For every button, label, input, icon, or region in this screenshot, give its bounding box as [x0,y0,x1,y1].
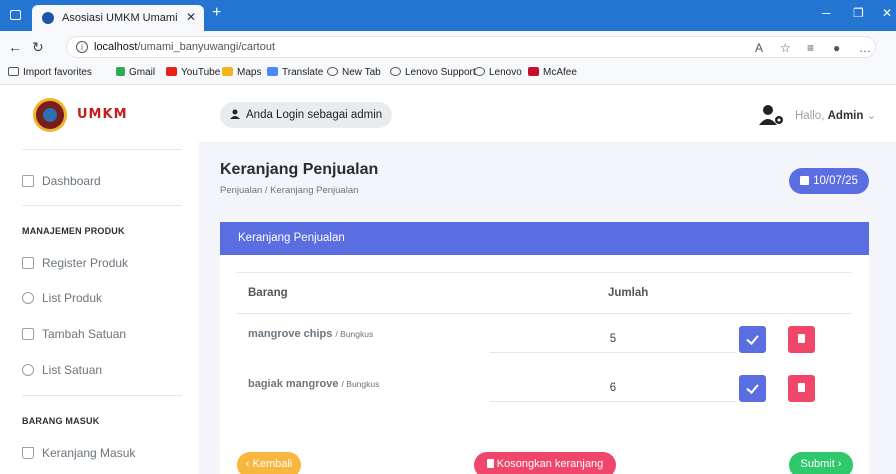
new-tab-icon[interactable]: + [212,4,221,22]
card-header: Keranjang Penjualan [220,222,869,255]
user-menu[interactable]: Hallo, Admin ⌄ [795,108,876,122]
url-path: /umami_banyuwangi/cartout [137,41,275,53]
box-icon [22,364,34,376]
plus-square-icon [22,328,34,340]
brand-name[interactable]: UMKM [77,107,128,122]
breadcrumb: Penjualan / Keranjang Penjualan [220,185,359,196]
calendar-icon [800,176,810,185]
sidebar-item-list-satuan[interactable]: List Satuan [22,363,102,377]
favorite-new-tab[interactable]: New Tab [327,67,381,78]
cart-icon [22,447,34,459]
update-check-button[interactable] [739,326,766,353]
favorite-lenovo[interactable]: Lenovo [474,67,522,78]
top-navbar: Anda Login sebagai admin Hallo, Admin ⌄ [199,85,896,143]
browser-titlebar: Asosiasi UMKM Umami Banyuwa ✕ + ─ ❐ ✕ [0,0,896,31]
column-header-jumlah: Jumlah [608,287,649,299]
tab-title: Asosiasi UMKM Umami Banyuwa [62,12,180,24]
table-row-item-name: mangrove chips / Bungkus [248,328,374,340]
favorite-translate[interactable]: Translate [267,67,323,78]
table-row-item-name: bagiak mangrove / Bungkus [248,378,380,390]
url-host: localhost [94,41,138,53]
info-icon[interactable]: i [76,41,88,53]
address-bar-row: ← ↻ i localhost/umami_banyuwangi/cartout… [0,31,896,63]
favorite-gmail[interactable]: Gmail [116,67,155,78]
url-field[interactable]: i localhost/umami_banyuwangi/cartout A ☆… [66,36,876,58]
sidebar-section-produk: MANAJEMEN PRODUK [22,226,125,236]
restore-icon[interactable]: ❐ [853,6,864,20]
umkm-logo-icon[interactable] [33,98,67,132]
sidebar-item-dashboard[interactable]: Dashboard [22,174,101,188]
favorite-star-icon[interactable]: ☆ [780,41,791,55]
sidebar-item-keranjang-masuk[interactable]: Keranjang Masuk [22,446,135,460]
update-check-button[interactable] [739,375,766,402]
trash-icon [486,459,494,468]
favorites-bar: Import favorites Gmail YouTube Maps Tran… [0,63,896,85]
sidebar-section-masuk: BARANG MASUK [22,416,100,426]
favorite-import[interactable]: Import favorites [8,67,92,78]
chevron-down-icon: ⌄ [866,110,877,122]
delete-trash-button[interactable] [788,375,815,402]
favorite-youtube[interactable]: YouTube [166,67,220,78]
window-icon[interactable] [10,10,21,20]
column-header-barang: Barang [248,287,288,299]
read-aloud-icon[interactable]: A [755,41,763,55]
table-border [236,313,852,314]
box-icon [22,292,34,304]
quantity-input[interactable] [490,326,736,353]
minimize-icon[interactable]: ─ [822,6,831,20]
sidebar: UMKM Dashboard MANAJEMEN PRODUK Register… [0,85,199,474]
favorites-list-icon[interactable]: ≡ [807,41,814,55]
more-menu-icon[interactable]: … [859,41,871,55]
close-tab-icon[interactable]: ✕ [186,10,196,24]
favorite-maps[interactable]: Maps [222,67,261,78]
close-window-icon[interactable]: ✕ [882,6,892,20]
home-icon [22,175,34,187]
quantity-input[interactable] [490,375,736,402]
favorite-lenovo-support[interactable]: Lenovo Support [390,67,476,78]
browser-tab[interactable]: Asosiasi UMKM Umami Banyuwa ✕ [32,5,204,31]
submit-button[interactable]: Submit › [789,452,853,474]
sidebar-item-tambah-satuan[interactable]: Tambah Satuan [22,327,126,341]
back-button[interactable]: ‹ Kembali [237,452,301,474]
delete-trash-button[interactable] [788,326,815,353]
table-border [236,272,852,273]
favorite-mcafee[interactable]: McAfee [528,67,577,78]
sidebar-item-list-produk[interactable]: List Produk [22,291,102,305]
back-arrow-icon[interactable]: ← [8,39,22,55]
cart-card [220,255,869,474]
page-title: Keranjang Penjualan [220,161,379,178]
user-icon [230,109,240,119]
site-favicon-icon [42,12,54,24]
login-status-badge: Anda Login sebagai admin [220,102,393,128]
user-settings-icon[interactable] [759,105,785,125]
clipboard-icon [22,257,34,269]
sidebar-divider [22,205,182,206]
sidebar-divider [22,149,182,150]
date-badge[interactable]: 10/07/25 [789,168,869,194]
profile-icon[interactable]: ● [833,41,840,55]
sidebar-item-register-produk[interactable]: Register Produk [22,256,128,270]
empty-cart-button[interactable]: Kosongkan keranjang [474,452,616,474]
refresh-icon[interactable]: ↻ [32,39,44,56]
sidebar-divider [22,395,182,396]
